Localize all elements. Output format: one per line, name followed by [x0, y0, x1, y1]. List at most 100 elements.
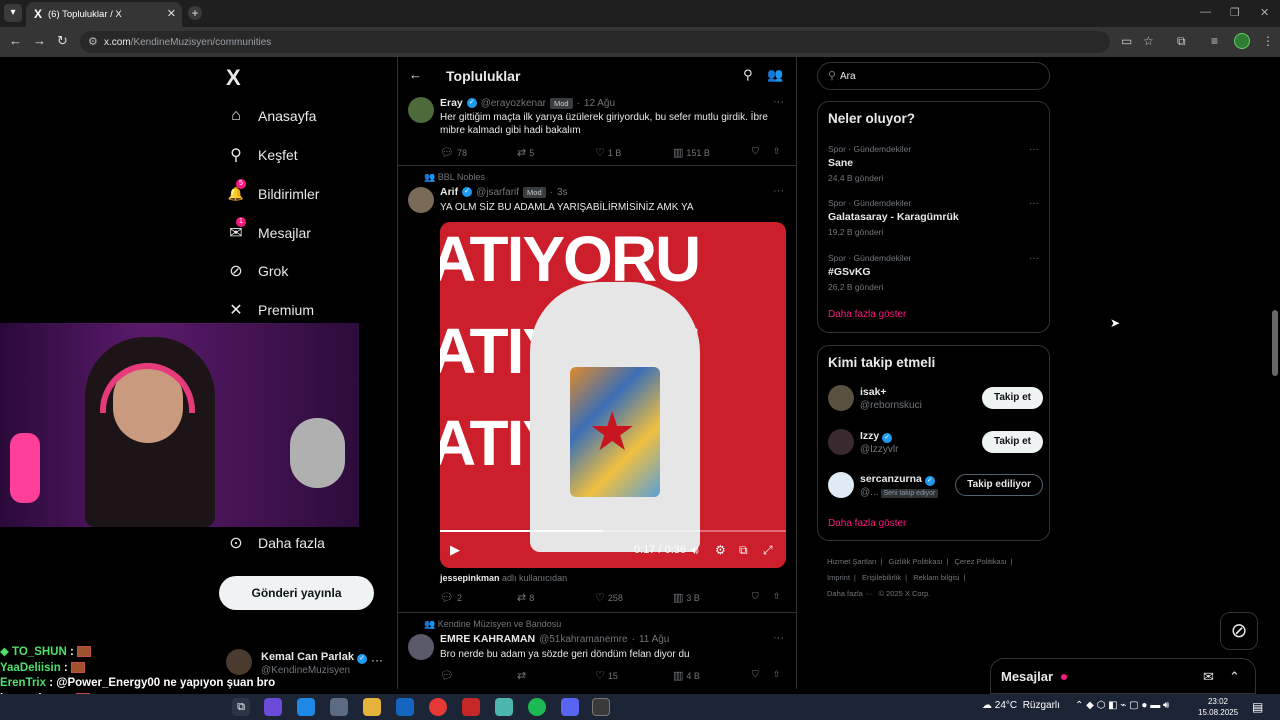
post-button[interactable]: Gönderi yayınla [219, 576, 374, 610]
grok-floating-button[interactable]: ⊘ [1220, 612, 1258, 650]
author-handle[interactable]: @jsarfarif [476, 187, 519, 198]
search-icon[interactable]: ⚲ [743, 67, 753, 83]
outlook-icon[interactable] [396, 698, 414, 716]
more-dots-icon[interactable]: ··· [1029, 253, 1039, 264]
tray-icons[interactable]: ⌃ ◆ ⬡ ◧ ⌁ ▢ ● ▬ 🔊︎ [1075, 700, 1169, 711]
avatar[interactable] [828, 472, 854, 498]
post[interactable]: 👥 Kendine Müzisyen ve Bandosu EMRE KAHRA… [398, 613, 796, 689]
scrollbar-thumb[interactable] [1272, 310, 1278, 376]
play-icon[interactable]: ▶ [450, 542, 460, 558]
fullscreen-icon[interactable]: ⤢ [763, 543, 773, 558]
communities-icon[interactable]: 👥 [767, 67, 783, 83]
media-control-icon[interactable]: ≡ [1211, 34, 1218, 48]
nav-item-home[interactable]: ⌂ Anasayfa [226, 104, 316, 128]
discord-icon[interactable] [561, 698, 579, 716]
search-input[interactable]: ⚲ Ara [817, 62, 1050, 90]
site-info-icon[interactable]: ⚙ [88, 35, 98, 48]
reply-button[interactable]: 💬︎ [440, 669, 457, 682]
more-dots-icon[interactable]: ··· [371, 653, 383, 667]
avatar[interactable] [408, 634, 434, 660]
repost-button[interactable]: ⇄ 5 [517, 146, 534, 159]
trend-item[interactable]: Spor · Gündemdekiler Galatasaray - Karag… [828, 198, 1043, 244]
footer-more-link[interactable]: Daha fazla ··· [827, 589, 872, 598]
share-icon[interactable]: ⇧ [773, 669, 781, 680]
voicemeeter-icon[interactable] [462, 698, 480, 716]
x-logo-icon[interactable]: X [226, 65, 241, 91]
task-view-icon[interactable]: ⧉ [232, 698, 250, 716]
chrome-icon[interactable] [429, 698, 447, 716]
new-message-icon[interactable]: ✉ [1203, 669, 1214, 685]
show-more-trends-link[interactable]: Daha fazla göster [828, 309, 906, 320]
bookmark-icon[interactable]: ⛉ [752, 669, 759, 680]
follow-suggestion[interactable]: isak+ @rebornskuci Takip et [828, 385, 1043, 415]
like-button[interactable]: ♡ 1 B [595, 146, 621, 159]
footer-link[interactable]: Hizmet Şartları [827, 557, 877, 566]
follow-suggestion[interactable]: sercanzurna ✓ @... Seni takip ediyor Taki… [828, 472, 1043, 502]
new-tab-button[interactable]: + [188, 6, 202, 20]
reply-button[interactable]: 💬︎ 78 [440, 146, 467, 159]
volume-icon[interactable]: 🔊︎ [691, 543, 699, 558]
trend-item[interactable]: Spor · Gündemdekiler #GSvKG 26,2 B gönde… [828, 253, 1043, 299]
repost-button[interactable]: ⇄ 8 [517, 591, 534, 604]
follow-button[interactable]: Takip et [981, 431, 1043, 453]
footer-link[interactable]: Gizlilik Politikası [889, 557, 943, 566]
author-name[interactable]: Eray [440, 97, 463, 109]
chevron-up-icon[interactable]: ⌃ [1229, 669, 1240, 685]
share-icon[interactable]: ⇧ [773, 591, 781, 602]
suggestion-name[interactable]: isak+ [860, 386, 887, 398]
back-arrow-icon[interactable]: ← [409, 67, 422, 82]
page-scrollbar[interactable] [1270, 57, 1280, 689]
picture-in-picture-icon[interactable]: ⧉ [739, 543, 748, 558]
nav-item-explore[interactable]: ⚲ Keşfet [226, 143, 298, 167]
more-dots-icon[interactable]: ··· [1029, 198, 1039, 209]
store-icon[interactable] [330, 698, 348, 716]
footer-link[interactable]: Reklam bilgisi [913, 573, 959, 582]
spotify-icon[interactable] [528, 698, 546, 716]
footer-link[interactable]: Imprint [827, 573, 850, 582]
views-button[interactable]: ▥ 151 B [673, 146, 710, 159]
post-time[interactable]: 3s [557, 187, 568, 198]
bookmark-star-icon[interactable]: ☆ [1143, 34, 1154, 48]
settings-gear-icon[interactable]: ⚙ [715, 543, 726, 557]
tab-close-icon[interactable]: ✕ [167, 7, 176, 20]
notifications-icon[interactable]: ▤ [1252, 700, 1263, 714]
avatar[interactable] [408, 187, 434, 213]
weather-widget[interactable]: ☁ 24°C Rüzgarlı [982, 700, 1060, 711]
video-progress-bar[interactable] [440, 530, 786, 532]
minimize-icon[interactable]: — [1200, 6, 1211, 18]
reply-button[interactable]: 💬︎ 2 [440, 591, 462, 604]
back-icon[interactable]: ← [9, 33, 22, 48]
views-button[interactable]: ▥ 3 B [673, 591, 700, 604]
nav-item-more[interactable]: ⊙ Daha fazla [226, 531, 325, 555]
trend-item[interactable]: Spor · Gündemdekiler Sane 24,4 B gönderi… [828, 144, 1043, 190]
post[interactable]: Eray ✓ @erayozkenar Mod · 12 Ağu ··· Her… [398, 93, 796, 166]
app-icon[interactable] [495, 698, 513, 716]
views-button[interactable]: ▥ 4 B [673, 669, 700, 682]
address-bar[interactable]: ⚙ x.com/KendineMuzisyen/communities [80, 31, 1110, 53]
author-name[interactable]: EMRE KAHRAMAN [440, 633, 535, 645]
bookmark-icon[interactable]: ⛉ [752, 591, 759, 602]
post[interactable]: 👥 BBL Nobles Arif ✓ @jsarfarif Mod · 3s … [398, 166, 796, 613]
maximize-icon[interactable]: ❐ [1230, 6, 1240, 19]
cast-icon[interactable]: ▭ [1121, 34, 1132, 48]
forward-icon[interactable]: → [33, 33, 46, 48]
follow-suggestion[interactable]: Izzy ✓ @Izzyvlr Takip et [828, 429, 1043, 459]
footer-link[interactable]: Erişilebilirlik [862, 573, 901, 582]
more-dots-icon[interactable]: ··· [773, 96, 784, 108]
nav-item-notifications[interactable]: 🔔 5 Bildirimler [226, 179, 319, 206]
footer-link[interactable]: Çerez Politikası [954, 557, 1006, 566]
avatar[interactable] [408, 97, 434, 123]
file-explorer-icon[interactable] [363, 698, 381, 716]
more-dots-icon[interactable]: ··· [773, 632, 784, 644]
like-button[interactable]: ♡ 258 [595, 591, 623, 604]
menu-kebab-icon[interactable]: ⋮ [1262, 34, 1274, 48]
following-button[interactable]: Takip ediliyor [955, 474, 1043, 496]
messages-drawer[interactable]: Mesajlar ✉ ⌃ [990, 658, 1256, 694]
show-more-follow-link[interactable]: Daha fazla göster [828, 518, 906, 529]
post-time[interactable]: 11 Ağu [639, 634, 669, 645]
post-time[interactable]: 12 Ağu [584, 98, 615, 109]
edge-icon[interactable] [297, 698, 315, 716]
avatar[interactable] [828, 429, 854, 455]
more-dots-icon[interactable]: ··· [1029, 144, 1039, 155]
nav-item-messages[interactable]: ✉ 1 Mesajlar [226, 217, 311, 245]
